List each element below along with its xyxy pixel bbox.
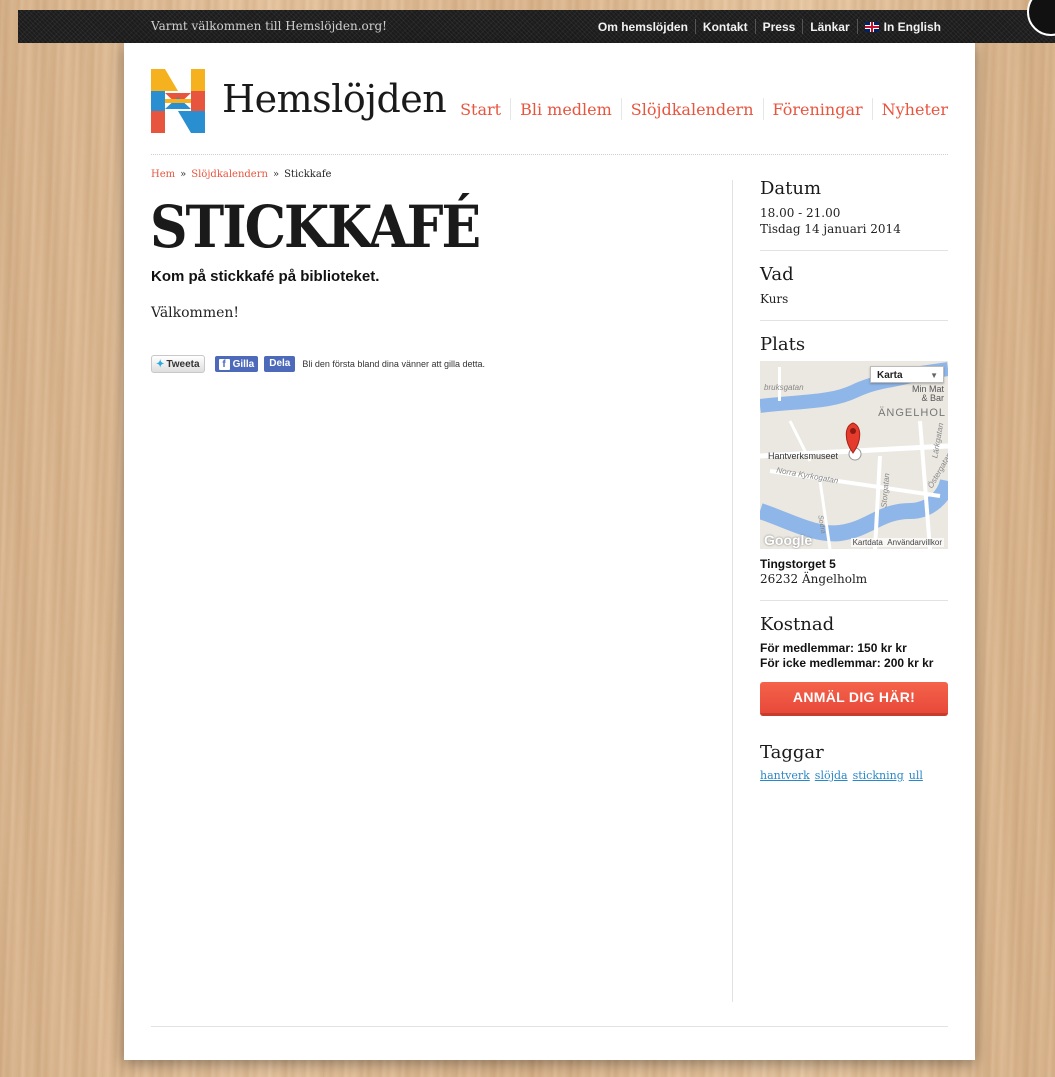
breadcrumb-separator: » [180, 169, 187, 180]
hemslojden-logo-icon[interactable] [151, 69, 205, 133]
body-text: Välkommen! [151, 305, 240, 321]
footer-divider [151, 1026, 948, 1027]
nav-slojdkalendern[interactable]: Slöjdkalendern [622, 100, 763, 119]
share-button[interactable]: Dela [264, 356, 296, 372]
signup-button[interactable]: ANMÄL DIG HÄR! [760, 682, 948, 716]
event-time: 18.00 - 21.00 [760, 206, 841, 220]
top-nav-links[interactable]: Länkar [803, 20, 856, 34]
top-nav-about[interactable]: Om hemslöjden [591, 20, 695, 34]
map-attribution: Kartdata Användarvillkor [850, 538, 944, 547]
map-terms-link[interactable]: Användarvillkor [887, 538, 942, 547]
tag-link[interactable]: ull [909, 769, 923, 782]
event-type: Kurs [760, 292, 789, 306]
tag-link[interactable]: slöjda [815, 769, 848, 782]
top-nav-english[interactable]: In English [858, 20, 948, 34]
top-nav: Om hemslöjden Kontakt Press Länkar In En… [591, 19, 948, 34]
address-street: Tingstorget 5 [760, 557, 836, 571]
date-heading: Datum [760, 178, 822, 199]
breadcrumb-home[interactable]: Hem [151, 169, 175, 180]
cost-members: För medlemmar: 150 kr kr [760, 641, 907, 655]
like-note: Bli den första bland dina vänner att gil… [302, 359, 485, 369]
top-nav-contact[interactable]: Kontakt [696, 20, 755, 34]
address-city: 26232 Ängelholm [760, 572, 868, 586]
map-street-label: bruksgatan [764, 383, 804, 392]
twitter-bird-icon: ✦ [156, 358, 165, 370]
corner-badge-icon[interactable] [1027, 0, 1055, 36]
event-date: Tisdag 14 januari 2014 [760, 222, 901, 236]
tags-heading: Taggar [760, 742, 824, 763]
location-map[interactable]: Karta ▼ Min Mat & Bar ÄNGELHOL bruksgatan … [760, 361, 948, 549]
google-logo: Google [764, 532, 813, 548]
map-footer: Google Kartdata Användarvillkor [760, 532, 948, 549]
chevron-down-icon: ▼ [930, 371, 938, 380]
nav-bli-medlem[interactable]: Bli medlem [511, 100, 621, 119]
brand-name[interactable]: Hemslöjden [222, 77, 447, 121]
top-bar: Varmt välkommen till Hemslöjden.org! Om … [18, 0, 1055, 43]
tweet-label: Tweeta [166, 358, 200, 370]
tag-list: hantverk slöjda stickning ull [760, 769, 948, 782]
map-data-link[interactable]: Kartdata [853, 538, 883, 547]
map-district-label: ÄNGELHOL [878, 407, 946, 419]
event-sidebar: Datum 18.00 - 21.00 Tisdag 14 januari 20… [760, 178, 948, 808]
main-nav: Start Bli medlem Slöjdkalendern Förening… [451, 98, 948, 120]
column-divider [732, 180, 733, 1002]
english-label: In English [883, 19, 941, 34]
breadcrumb-calendar[interactable]: Slöjdkalendern [191, 169, 268, 180]
map-place-label: Hantverksmuseet [768, 451, 839, 461]
welcome-text: Varmt välkommen till Hemslöjden.org! [151, 19, 387, 33]
tag-link[interactable]: hantverk [760, 769, 810, 782]
facebook-icon: f [218, 358, 230, 370]
breadcrumb-current: Stickkafe [284, 169, 332, 180]
tags-section: Taggar hantverk slöjda stickning ull [760, 742, 948, 795]
type-heading: Vad [760, 264, 794, 285]
map-poi-name: & Bar [921, 393, 944, 403]
place-section: Plats Karta ▼ Min Mat & Bar ÄNGELHOL bru… [760, 334, 948, 601]
breadcrumb: Hem » Slöjdkalendern » Stickkafe [151, 169, 331, 180]
like-label: Gilla [232, 358, 255, 370]
tweet-button[interactable]: ✦ Tweeta [151, 355, 205, 373]
page-title: STICKKAFÉ [150, 193, 481, 262]
map-poi: Min Mat & Bar [912, 385, 944, 403]
page-card: Hemslöjden Start Bli medlem Slöjdkalende… [124, 43, 975, 1060]
map-type-dropdown[interactable]: Karta ▼ [870, 366, 944, 383]
cost-heading: Kostnad [760, 614, 835, 635]
top-nav-press[interactable]: Press [756, 20, 803, 34]
place-heading: Plats [760, 334, 806, 355]
type-section: Vad Kurs [760, 264, 948, 321]
uk-flag-icon [864, 21, 879, 32]
tag-link[interactable]: stickning [853, 769, 904, 782]
map-type-label: Karta [877, 370, 903, 381]
nav-nyheter[interactable]: Nyheter [873, 100, 948, 119]
header-divider [151, 154, 948, 155]
like-button[interactable]: f Gilla [214, 356, 259, 372]
lead-text: Kom på stickkafé på biblioteket. [151, 268, 380, 285]
nav-foreningar[interactable]: Föreningar [764, 100, 872, 119]
breadcrumb-separator: » [272, 169, 280, 180]
date-section: Datum 18.00 - 21.00 Tisdag 14 januari 20… [760, 178, 948, 251]
cost-non-members: För icke medlemmar: 200 kr kr [760, 656, 934, 670]
cost-section: Kostnad För medlemmar: 150 kr kr För ick… [760, 614, 948, 671]
nav-start[interactable]: Start [451, 100, 510, 119]
social-buttons: ✦ Tweeta f Gilla Dela Bli den första bland… [151, 355, 485, 373]
